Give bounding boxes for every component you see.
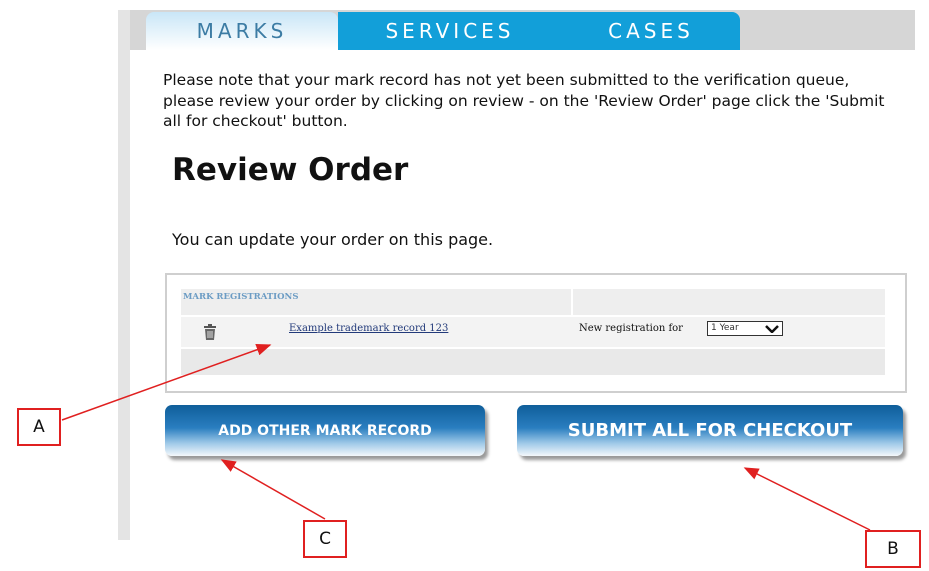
section-header-mark-registrations: MARK REGISTRATIONS [181, 289, 571, 315]
page-subtitle: You can update your order on this page. [172, 230, 494, 249]
tab-marks[interactable]: MARKS [146, 12, 338, 50]
chevron-down-icon [765, 325, 779, 333]
term-select[interactable]: 1 Year [707, 321, 783, 336]
table-row: Example trademark record 123 New registr… [181, 317, 885, 347]
section-header-blank [573, 289, 885, 315]
table-row-empty [181, 349, 885, 375]
submit-all-for-checkout-button[interactable]: SUBMIT ALL FOR CHECKOUT [517, 405, 903, 456]
add-other-mark-record-button[interactable]: ADD OTHER MARK RECORD [165, 405, 485, 456]
arrow-c [220, 459, 326, 520]
callout-b: B [865, 530, 921, 568]
registration-label: New registration for [579, 323, 683, 334]
left-rail [118, 10, 130, 540]
tab-cases[interactable]: CASES [562, 12, 740, 50]
tab-services[interactable]: SERVICES [338, 12, 563, 50]
order-table: MARK REGISTRATIONS Example trademark rec… [165, 273, 907, 393]
mark-record-link[interactable]: Example trademark record 123 [289, 323, 448, 334]
trash-icon[interactable] [203, 323, 217, 341]
term-select-value: 1 Year [711, 323, 739, 333]
page-title: Review Order [172, 152, 409, 188]
callout-c: C [303, 520, 347, 558]
notice-text: Please note that your mark record has no… [163, 71, 885, 130]
arrow-b [743, 467, 871, 531]
callout-a: A [17, 408, 61, 446]
tab-bar: MARKS SERVICES CASES [130, 10, 915, 50]
